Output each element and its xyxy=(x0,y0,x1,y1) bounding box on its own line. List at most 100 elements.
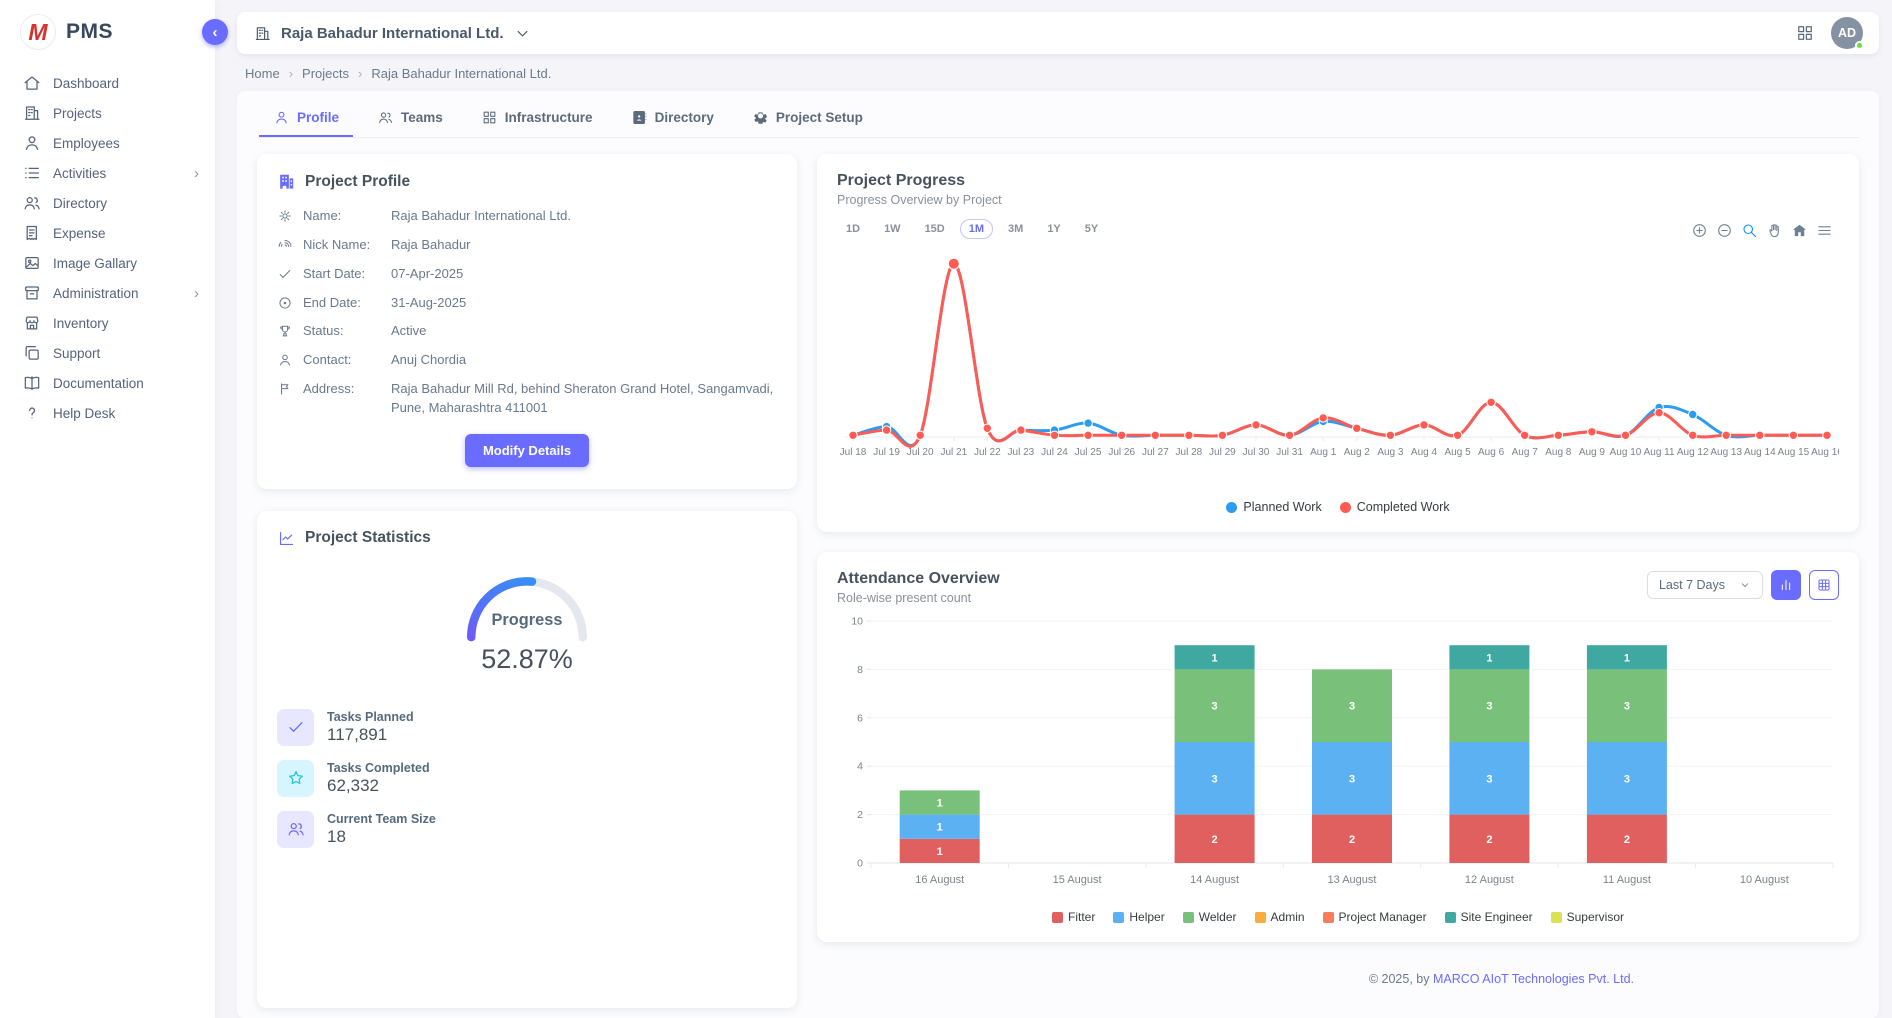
attendance-chart[interactable]: 108642011116 August15 August233114 Augus… xyxy=(837,611,1839,899)
svg-text:11 August: 11 August xyxy=(1603,874,1651,886)
table-view-button[interactable] xyxy=(1809,570,1839,600)
svg-text:3: 3 xyxy=(1349,773,1355,785)
svg-text:1: 1 xyxy=(1212,652,1218,664)
sidebar-item-label: Documentation xyxy=(53,376,199,391)
sidebar-item-activities[interactable]: Activities› xyxy=(0,158,215,188)
field-value: Active xyxy=(391,322,777,341)
legend-helper[interactable]: Helper xyxy=(1113,910,1164,924)
sidebar-item-projects[interactable]: Projects xyxy=(0,98,215,128)
field-label: Status: xyxy=(303,322,381,341)
logo-link[interactable]: M PMS xyxy=(0,0,215,60)
copyright-text: © 2025, by xyxy=(1369,972,1433,986)
sidebar-item-expense[interactable]: Expense xyxy=(0,218,215,248)
svg-text:1: 1 xyxy=(1624,652,1630,664)
legend-welder[interactable]: Welder xyxy=(1183,910,1237,924)
user-avatar[interactable]: AD xyxy=(1831,17,1863,49)
svg-text:1: 1 xyxy=(937,798,943,810)
project-progress-chart[interactable]: Jul 18Jul 19Jul 20Jul 21Jul 22Jul 23Jul … xyxy=(837,239,1839,489)
svg-text:15 August: 15 August xyxy=(1053,874,1102,886)
range-button-3m[interactable]: 3M xyxy=(999,219,1032,239)
tab-bar: Profile Teams Infrastructure Directory Proje… xyxy=(257,101,1859,138)
legend-project-manager[interactable]: Project Manager xyxy=(1323,910,1427,924)
sidebar-item-inventory[interactable]: Inventory xyxy=(0,308,215,338)
range-button-1d[interactable]: 1D xyxy=(837,219,869,239)
company-name: Raja Bahadur International Ltd. xyxy=(281,25,504,42)
sidebar-item-directory[interactable]: Directory xyxy=(0,188,215,218)
attendance-overview-card: Attendance Overview Role-wise present co… xyxy=(817,552,1859,942)
svg-text:Jul 27: Jul 27 xyxy=(1142,447,1169,458)
legend-completed-work[interactable]: Completed Work xyxy=(1340,500,1450,514)
attendance-card-title: Attendance Overview xyxy=(837,570,1000,588)
legend-fitter[interactable]: Fitter xyxy=(1052,910,1095,924)
stat-tile xyxy=(277,811,314,848)
company-link[interactable]: MARCO AIoT Technologies Pvt. Ltd. xyxy=(1433,972,1634,986)
chevron-down-icon xyxy=(513,24,532,43)
legend-site-engineer[interactable]: Site Engineer xyxy=(1445,910,1533,924)
breadcrumb-item[interactable]: Home xyxy=(245,66,280,81)
sidebar-item-administration[interactable]: Administration› xyxy=(0,278,215,308)
contact-icon xyxy=(631,109,648,126)
modify-details-button[interactable]: Modify Details xyxy=(465,434,589,467)
tab-teams[interactable]: Teams xyxy=(363,101,457,137)
tab-directory[interactable]: Directory xyxy=(617,101,728,137)
chart-toolbar xyxy=(1691,222,1833,239)
stat-tile xyxy=(277,709,314,746)
legend-admin[interactable]: Admin xyxy=(1255,910,1305,924)
legend-planned-work[interactable]: Planned Work xyxy=(1226,500,1321,514)
field-label: Start Date: xyxy=(303,265,381,284)
zoom-out-icon[interactable] xyxy=(1716,222,1733,239)
breadcrumb-item: Raja Bahadur International Ltd. xyxy=(371,66,551,81)
selection-zoom-icon[interactable] xyxy=(1741,222,1758,239)
sidebar-item-dashboard[interactable]: Dashboard xyxy=(0,68,215,98)
chart-menu-icon[interactable] xyxy=(1816,222,1833,239)
attendance-range-select[interactable]: Last 7 Days xyxy=(1647,571,1763,599)
pan-icon[interactable] xyxy=(1766,222,1783,239)
svg-text:Progress: Progress xyxy=(492,611,563,629)
archive-icon xyxy=(22,283,42,303)
svg-text:Aug 14: Aug 14 xyxy=(1744,447,1776,458)
line-chart-legend: Planned Work Completed Work xyxy=(837,500,1839,514)
company-selector[interactable]: Raja Bahadur International Ltd. xyxy=(253,24,532,43)
target-icon xyxy=(277,295,293,311)
field-label: End Date: xyxy=(303,294,381,313)
svg-text:2: 2 xyxy=(1624,834,1630,846)
svg-text:4: 4 xyxy=(857,761,863,773)
stat-tile xyxy=(277,760,314,797)
legend-supervisor[interactable]: Supervisor xyxy=(1551,910,1624,924)
apps-grid-button[interactable] xyxy=(1795,23,1815,43)
sidebar-item-help-desk[interactable]: Help Desk xyxy=(0,398,215,428)
range-button-1m[interactable]: 1M xyxy=(960,219,993,239)
profile-field-nick-name-: Nick Name:Raja Bahadur xyxy=(277,236,777,255)
svg-text:Aug 7: Aug 7 xyxy=(1512,447,1539,458)
range-button-1y[interactable]: 1Y xyxy=(1038,219,1069,239)
range-button-5y[interactable]: 5Y xyxy=(1076,219,1107,239)
tab-project-setup[interactable]: Project Setup xyxy=(738,101,877,137)
bar-view-button[interactable] xyxy=(1771,570,1801,600)
stat-label: Tasks Completed xyxy=(327,761,430,775)
help-icon xyxy=(22,403,42,423)
range-button-15d[interactable]: 15D xyxy=(916,219,954,239)
range-button-1w[interactable]: 1W xyxy=(875,219,910,239)
sidebar-item-image-gallary[interactable]: Image Gallary xyxy=(0,248,215,278)
sidebar-item-support[interactable]: Support xyxy=(0,338,215,368)
sidebar-item-documentation[interactable]: Documentation xyxy=(0,368,215,398)
people-icon xyxy=(22,193,42,213)
tab-infrastructure[interactable]: Infrastructure xyxy=(467,101,607,137)
building-icon xyxy=(253,24,272,43)
field-label: Nick Name: xyxy=(303,236,381,255)
svg-text:Jul 25: Jul 25 xyxy=(1075,447,1102,458)
sidebar-item-label: Help Desk xyxy=(53,406,199,421)
svg-text:Aug 1: Aug 1 xyxy=(1310,447,1337,458)
legend-marker xyxy=(1183,912,1194,923)
zoom-in-icon[interactable] xyxy=(1691,222,1708,239)
tab-profile[interactable]: Profile xyxy=(259,101,353,137)
sidebar-item-employees[interactable]: Employees xyxy=(0,128,215,158)
sidebar-item-label: Expense xyxy=(53,226,199,241)
svg-text:Aug 9: Aug 9 xyxy=(1579,447,1606,458)
bar-chart-icon xyxy=(1778,577,1794,593)
breadcrumb-item[interactable]: Projects xyxy=(302,66,349,81)
receipt-icon xyxy=(22,223,42,243)
reset-zoom-home-icon[interactable] xyxy=(1791,222,1808,239)
sidebar-item-label: Inventory xyxy=(53,316,199,331)
sidebar-collapse-button[interactable]: ‹ xyxy=(202,19,228,45)
